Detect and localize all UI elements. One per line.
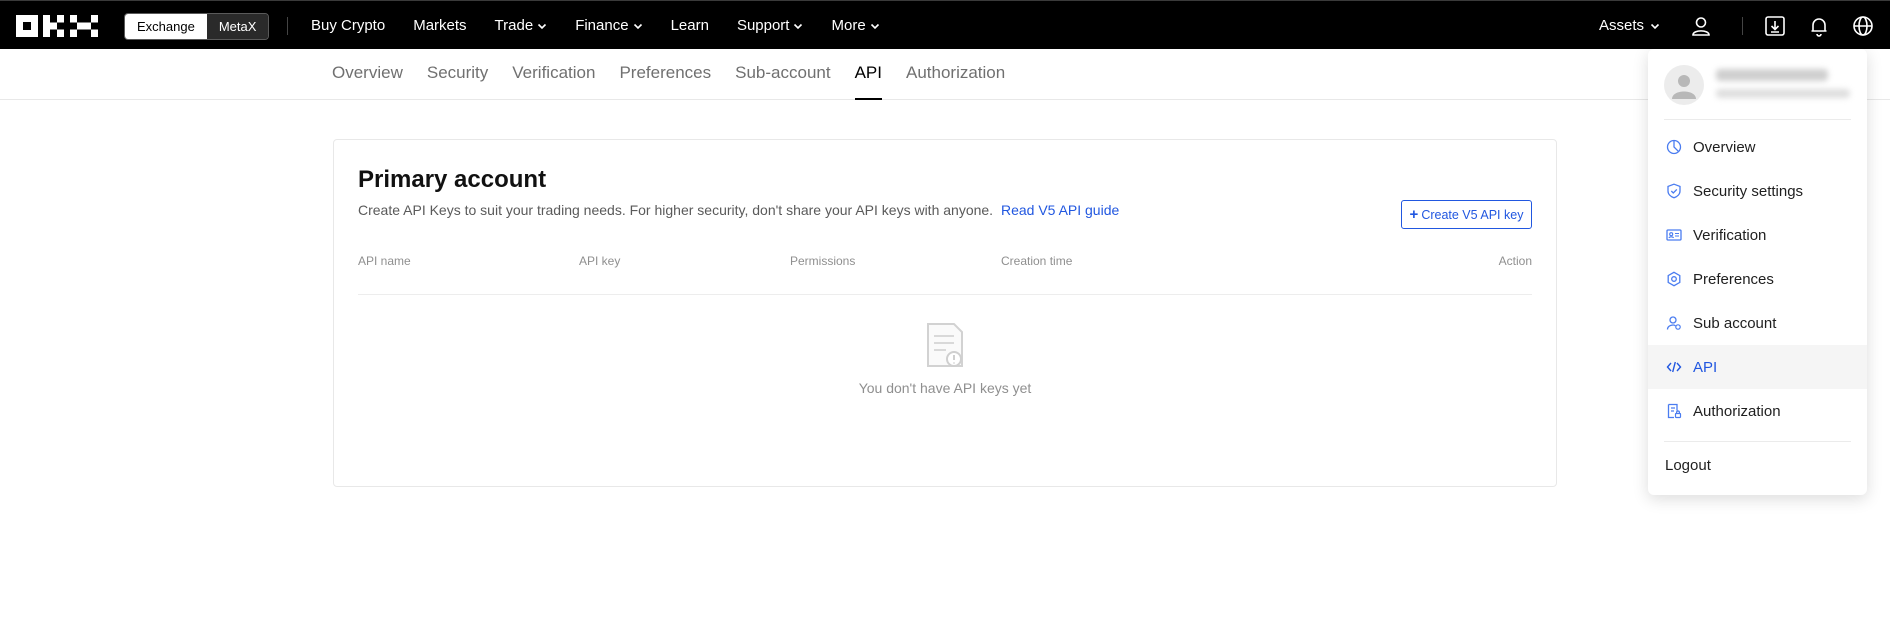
col-api-name: API name	[358, 254, 411, 268]
col-permissions: Permissions	[790, 254, 856, 268]
nav-label: Buy Crypto	[311, 17, 386, 34]
col-creation-time: Creation time	[1001, 254, 1073, 268]
assets-label: Assets	[1599, 17, 1645, 34]
api-guide-link[interactable]: Read V5 API guide	[1001, 202, 1119, 218]
okx-logo[interactable]	[16, 15, 98, 42]
user-email-redacted	[1716, 69, 1828, 81]
account-sub-nav: Overview Security Verification Preferenc…	[0, 49, 1890, 100]
nav-label: Finance	[575, 17, 629, 34]
bell-icon[interactable]	[1808, 15, 1830, 42]
exchange-option[interactable]: Exchange	[125, 14, 207, 39]
menu-item-preferences[interactable]: Preferences	[1648, 257, 1867, 301]
nav-finance[interactable]: Finance	[575, 17, 642, 34]
authorization-icon	[1665, 402, 1683, 420]
assets-menu[interactable]: Assets	[1599, 1, 1660, 50]
empty-document-icon	[924, 322, 966, 375]
table-header: API name API key Permissions Creation ti…	[358, 254, 1532, 274]
nav-buy-crypto[interactable]: Buy Crypto	[311, 17, 385, 34]
logout-button[interactable]: Logout	[1665, 457, 1711, 474]
col-api-key: API key	[579, 254, 621, 268]
plus-icon: +	[1409, 206, 1419, 223]
chevron-down-icon	[794, 23, 803, 29]
tab-security[interactable]: Security	[427, 49, 488, 100]
menu-divider	[1664, 119, 1851, 120]
nav-markets[interactable]: Markets	[413, 17, 466, 34]
menu-item-label: Security settings	[1693, 182, 1804, 200]
menu-item-label: Preferences	[1693, 270, 1774, 288]
menu-item-label: Sub account	[1693, 314, 1777, 332]
tab-overview[interactable]: Overview	[332, 49, 403, 100]
chevron-down-icon	[1650, 23, 1660, 29]
empty-state-text: You don't have API keys yet	[858, 380, 1032, 396]
tab-verification[interactable]: Verification	[512, 49, 595, 100]
nav-more[interactable]: More	[831, 17, 879, 34]
menu-item-label: API	[1693, 358, 1718, 376]
user-icon[interactable]	[1690, 15, 1712, 42]
metax-option[interactable]: MetaX	[206, 14, 269, 39]
sub-account-icon	[1665, 314, 1683, 332]
nav-label: Markets	[413, 17, 467, 34]
icon-divider	[1742, 17, 1743, 35]
id-card-icon	[1665, 226, 1683, 244]
download-icon[interactable]	[1764, 15, 1786, 42]
account-tabs: Overview Security Verification Preferenc…	[332, 49, 1029, 100]
menu-item-overview[interactable]: Overview	[1648, 125, 1867, 169]
nav-trade[interactable]: Trade	[495, 17, 548, 34]
user-id-redacted	[1716, 89, 1850, 98]
chart-pie-icon	[1665, 138, 1683, 156]
code-icon	[1665, 358, 1683, 376]
nav-support[interactable]: Support	[737, 17, 804, 34]
shield-icon	[1665, 182, 1683, 200]
chevron-down-icon	[870, 23, 879, 29]
card-description: Create API Keys to suit your trading nee…	[358, 202, 1119, 218]
menu-item-label: Overview	[1693, 138, 1756, 156]
menu-divider	[1664, 441, 1851, 442]
menu-item-label: Verification	[1693, 226, 1767, 244]
api-keys-card: Primary account Create API Keys to suit …	[333, 139, 1557, 487]
menu-item-sub-account[interactable]: Sub account	[1648, 301, 1867, 345]
gear-icon	[1665, 270, 1683, 288]
create-api-key-button[interactable]: + Create V5 API key	[1401, 200, 1532, 229]
top-nav-bar: Exchange MetaX Buy Crypto Markets Trade …	[0, 0, 1890, 49]
nav-label: More	[831, 17, 866, 34]
user-dropdown-menu: Overview Security settings Verification …	[1648, 49, 1867, 495]
menu-item-verification[interactable]: Verification	[1648, 213, 1867, 257]
avatar	[1664, 65, 1704, 105]
chevron-down-icon	[538, 23, 547, 29]
nav-divider	[287, 17, 288, 35]
page-title: Primary account	[358, 166, 547, 193]
nav-label: Support	[736, 17, 790, 34]
nav-learn[interactable]: Learn	[671, 17, 709, 34]
exchange-metax-switch: Exchange MetaX	[124, 13, 270, 40]
tab-authorization[interactable]: Authorization	[906, 49, 1005, 100]
menu-item-security-settings[interactable]: Security settings	[1648, 169, 1867, 213]
tab-api[interactable]: API	[854, 49, 883, 100]
menu-item-authorization[interactable]: Authorization	[1648, 389, 1867, 433]
nav-label: Trade	[494, 17, 534, 34]
globe-icon[interactable]	[1852, 15, 1874, 42]
chevron-down-icon	[633, 23, 642, 29]
create-button-label: Create V5 API key	[1421, 207, 1524, 222]
col-action: Action	[1498, 254, 1532, 268]
tab-preferences[interactable]: Preferences	[619, 49, 711, 100]
description-text: Create API Keys to suit your trading nee…	[358, 202, 994, 218]
tab-sub-account[interactable]: Sub-account	[735, 49, 830, 100]
menu-item-label: Authorization	[1693, 402, 1781, 420]
menu-item-api[interactable]: API	[1648, 345, 1867, 389]
nav-label: Learn	[670, 17, 709, 34]
main-nav: Buy Crypto Markets Trade Finance Learn S…	[311, 1, 908, 50]
table-divider	[358, 294, 1532, 295]
